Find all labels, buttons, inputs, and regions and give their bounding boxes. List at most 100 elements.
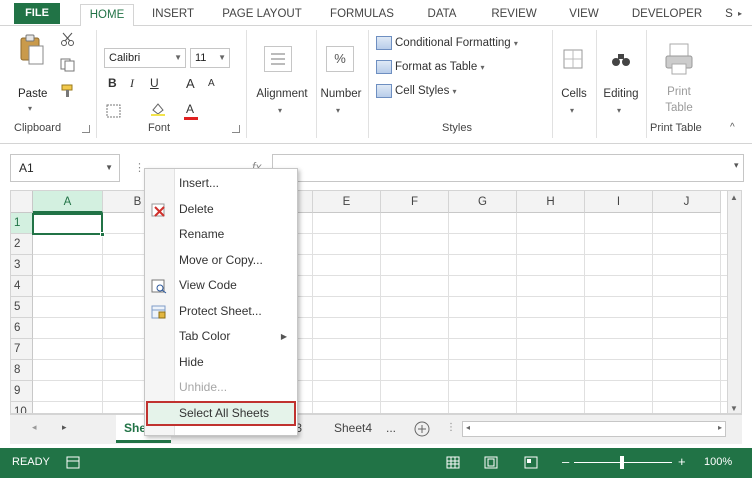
tab-formulas[interactable]: FORMULAS <box>326 4 398 26</box>
tab-developer[interactable]: DEVELOPER <box>626 4 708 26</box>
conditional-formatting-button[interactable]: Conditional Formatting ▾ <box>376 34 518 52</box>
print-table-line1[interactable]: Print <box>656 86 702 98</box>
context-menu-item-select-all-sheets[interactable]: Select All Sheets <box>146 400 296 426</box>
column-header-a[interactable]: A <box>33 191 103 213</box>
row-header-5[interactable]: 5 <box>11 297 33 318</box>
row-header-4[interactable]: 4 <box>11 276 33 297</box>
column-header-h[interactable]: H <box>517 191 585 213</box>
tab-file[interactable]: FILE <box>14 3 60 24</box>
name-box[interactable]: A1 ▼ <box>10 154 120 182</box>
scroll-right-icon[interactable]: ▸ <box>718 423 722 432</box>
context-menu-item-move-or-copy[interactable]: Move or Copy... <box>145 248 297 273</box>
zoom-in-button[interactable]: + <box>678 454 686 469</box>
font-name-select[interactable]: Calibri ▼ <box>104 48 186 68</box>
sheet-next-icon[interactable]: ▸ <box>62 422 67 433</box>
context-menu-item-protect-sheet[interactable]: Protect Sheet... <box>145 299 297 324</box>
cut-icon[interactable] <box>60 32 76 46</box>
cells-icon[interactable] <box>562 48 584 70</box>
context-menu-item-delete[interactable]: Delete <box>145 197 297 222</box>
macro-record-icon[interactable] <box>66 456 80 469</box>
underline-button[interactable]: U <box>150 76 159 90</box>
number-label[interactable]: Number <box>316 88 366 100</box>
chevron-down-icon[interactable]: ▾ <box>570 106 574 115</box>
clipboard-launcher-icon[interactable] <box>82 125 90 133</box>
grow-font-button[interactable]: A <box>186 76 195 91</box>
scroll-left-icon[interactable]: ◂ <box>466 423 470 432</box>
tab-home[interactable]: HOME <box>80 4 134 27</box>
bold-button[interactable]: B <box>108 76 117 90</box>
format-as-table-button[interactable]: Format as Table ▾ <box>376 58 484 76</box>
shrink-font-button[interactable]: A <box>208 78 215 89</box>
tab-review[interactable]: REVIEW <box>484 4 544 26</box>
tab-data[interactable]: DATA <box>418 4 466 26</box>
column-header-e[interactable]: E <box>313 191 381 213</box>
chevron-down-icon[interactable]: ▾ <box>617 106 621 115</box>
vertical-scrollbar[interactable]: ▲ ▼ <box>727 191 741 413</box>
new-sheet-icon[interactable] <box>414 421 430 437</box>
alignment-label[interactable]: Alignment <box>250 88 314 100</box>
tab-page-layout[interactable]: PAGE LAYOUT <box>218 4 306 26</box>
font-size-select[interactable]: 11 ▼ <box>190 48 230 68</box>
worksheet-grid[interactable]: ABCDEFGHIJ 12345678910 ▲ ▼ <box>10 190 742 414</box>
italic-button[interactable]: I <box>130 76 134 91</box>
tab-split-grip-icon[interactable]: ⋮ <box>446 422 456 433</box>
sheet-prev-icon[interactable]: ◂ <box>32 422 37 433</box>
print-table-line2[interactable]: Table <box>656 102 702 114</box>
row-header-2[interactable]: 2 <box>11 234 33 255</box>
percent-icon[interactable]: % <box>326 46 354 72</box>
editing-label[interactable]: Editing <box>598 88 644 100</box>
context-menu-item-rename[interactable]: Rename <box>145 222 297 247</box>
horizontal-scrollbar[interactable]: ◂ ▸ <box>462 421 726 437</box>
selected-cell-a1[interactable] <box>32 213 105 237</box>
context-menu-item-hide[interactable]: Hide <box>145 350 297 375</box>
zoom-slider-thumb[interactable] <box>620 456 624 469</box>
binoculars-icon[interactable] <box>610 48 632 70</box>
row-header-6[interactable]: 6 <box>11 318 33 339</box>
paste-label[interactable]: Paste <box>18 88 47 100</box>
column-header-i[interactable]: I <box>585 191 653 213</box>
tab-insert[interactable]: INSERT <box>146 4 200 26</box>
print-table-icon[interactable] <box>664 42 694 76</box>
context-menu-item-insert[interactable]: Insert... <box>145 171 297 196</box>
fill-color-icon[interactable] <box>150 102 166 116</box>
alignment-icon[interactable] <box>264 46 292 72</box>
zoom-out-button[interactable]: – <box>562 454 569 469</box>
format-painter-icon[interactable] <box>60 84 76 98</box>
paste-dropdown-icon[interactable]: ▾ <box>28 104 32 113</box>
sheet-tab-4[interactable]: Sheet4 <box>326 415 380 443</box>
tab-scroll-right-icon[interactable]: ▸ <box>738 9 742 18</box>
zoom-level[interactable]: 100% <box>704 456 732 468</box>
paste-icon[interactable] <box>20 34 44 66</box>
scroll-up-icon[interactable]: ▲ <box>730 193 738 202</box>
fill-handle[interactable] <box>100 232 105 237</box>
column-header-g[interactable]: G <box>449 191 517 213</box>
normal-view-icon[interactable] <box>446 456 460 469</box>
row-header-8[interactable]: 8 <box>11 360 33 381</box>
copy-icon[interactable] <box>60 58 76 72</box>
collapse-ribbon-icon[interactable]: ^ <box>730 122 735 133</box>
chevron-down-icon[interactable]: ▾ <box>336 106 340 115</box>
row-header-1[interactable]: 1 <box>11 213 33 234</box>
row-header-3[interactable]: 3 <box>11 255 33 276</box>
font-launcher-icon[interactable] <box>232 125 240 133</box>
column-header-j[interactable]: J <box>653 191 721 213</box>
sheet-more[interactable]: ... <box>378 415 404 443</box>
column-header-f[interactable]: F <box>381 191 449 213</box>
tab-overflow[interactable]: S <box>722 4 736 26</box>
row-header-10[interactable]: 10 <box>11 402 33 413</box>
tab-view[interactable]: VIEW <box>562 4 606 26</box>
scroll-down-icon[interactable]: ▼ <box>730 404 738 413</box>
chevron-down-icon[interactable]: ▾ <box>278 106 282 115</box>
expand-formula-bar-icon[interactable]: ▾ <box>734 160 739 171</box>
cell-styles-button[interactable]: Cell Styles ▾ <box>376 82 457 100</box>
formula-input[interactable] <box>272 154 744 182</box>
context-menu-item-view-code[interactable]: View Code <box>145 273 297 298</box>
page-break-view-icon[interactable] <box>524 456 538 469</box>
cells-label[interactable]: Cells <box>556 88 592 100</box>
row-header-7[interactable]: 7 <box>11 339 33 360</box>
select-all-corner[interactable] <box>11 191 33 213</box>
borders-icon[interactable] <box>106 104 122 118</box>
page-layout-view-icon[interactable] <box>484 456 498 469</box>
row-header-9[interactable]: 9 <box>11 381 33 402</box>
font-color-button[interactable]: A <box>186 102 194 116</box>
